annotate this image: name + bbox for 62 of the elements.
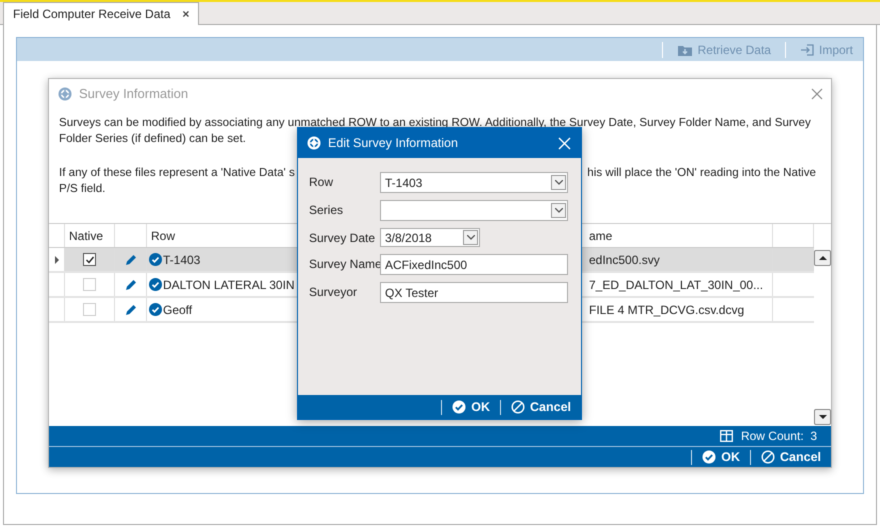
wheel-icon <box>58 87 72 101</box>
dropdown[interactable]: T-1403 <box>380 172 568 193</box>
checkmark-icon <box>84 254 94 264</box>
column-header[interactable]: ame <box>589 226 612 244</box>
close-icon[interactable]: × <box>182 5 190 23</box>
table-cell-text: 7_ED_DALTON_LAT_30IN_00... <box>589 276 764 294</box>
check-circle-icon <box>452 400 466 414</box>
scroll-down-button[interactable] <box>814 409 831 425</box>
chevron-down-icon <box>554 180 562 185</box>
description-text: Folder Series (if defined) can be set. <box>59 131 246 147</box>
close-icon <box>558 136 571 150</box>
dialog-title: Edit Survey Information <box>328 134 458 152</box>
table-cell-text: Geoff <box>163 302 192 318</box>
field-label: Surveyor <box>309 284 358 301</box>
field-label: Survey Date <box>309 230 376 247</box>
description-text: Surveys can be modified by associating any unmatched ROW to an existing ROW. Additionally, the Survey Date, Survey Folder Name, and Survey <box>59 115 811 131</box>
description-text: P/S field. <box>59 181 106 197</box>
ok-button[interactable]: OK <box>702 448 740 466</box>
column-header[interactable]: Native <box>69 226 104 244</box>
cancel-icon <box>511 400 525 414</box>
table-cell-text: DALTON LATERAL 30IN <box>163 276 295 294</box>
pencil-icon <box>124 303 137 316</box>
pencil-icon <box>124 278 137 291</box>
wheel-icon <box>307 136 321 150</box>
checkbox[interactable] <box>83 253 96 266</box>
field-label: Row <box>309 174 334 191</box>
chevron-down-icon <box>554 208 562 213</box>
check-circle-icon <box>149 253 162 266</box>
date-picker[interactable]: 3/8/2018 <box>380 228 480 247</box>
description-text: his will place the 'ON' reading into the Native <box>587 165 816 181</box>
close-icon <box>811 88 823 100</box>
table-cell-text: T-1403 <box>163 252 200 268</box>
cancel-button[interactable]: Cancel <box>761 448 821 466</box>
check-circle-icon <box>149 303 162 316</box>
table-cell-text: edInc500.svy <box>589 252 660 268</box>
dialog-title: Survey Information <box>79 85 188 104</box>
field-label: Series <box>309 202 344 219</box>
import-icon <box>800 42 814 56</box>
input-field[interactable]: QX Tester <box>380 282 568 303</box>
edit-button[interactable] <box>124 278 137 291</box>
edit-button[interactable] <box>124 303 137 316</box>
down-arrow-icon <box>818 415 826 419</box>
check-circle-icon <box>702 450 716 464</box>
pencil-icon <box>124 253 137 266</box>
cancel-button[interactable]: Cancel <box>511 398 571 416</box>
tab[interactable]: Field Computer Receive Data × <box>3 2 200 25</box>
check-circle-icon <box>149 278 162 291</box>
table-icon <box>720 430 733 442</box>
table-cell-text: FILE 4 MTR_DCVG.csv.dcvg <box>589 302 744 318</box>
up-arrow-icon <box>818 256 826 260</box>
tab-label[interactable]: Field Computer Receive Data <box>13 5 170 23</box>
edit-button[interactable] <box>124 253 137 266</box>
chevron-down-icon <box>466 235 474 240</box>
ok-button[interactable]: OK <box>452 398 490 416</box>
description-text: If any of these files represent a 'Native Data' s <box>59 165 295 181</box>
input-field[interactable]: ACFixedInc500 <box>380 254 568 275</box>
column-header[interactable]: Row <box>151 226 176 244</box>
cancel-icon <box>761 450 775 464</box>
field-label: Survey Name <box>309 256 380 273</box>
scroll-up-button[interactable] <box>814 250 831 266</box>
row-indicator-icon <box>54 256 58 264</box>
row-count-text: Row Count: 3 <box>740 428 817 445</box>
